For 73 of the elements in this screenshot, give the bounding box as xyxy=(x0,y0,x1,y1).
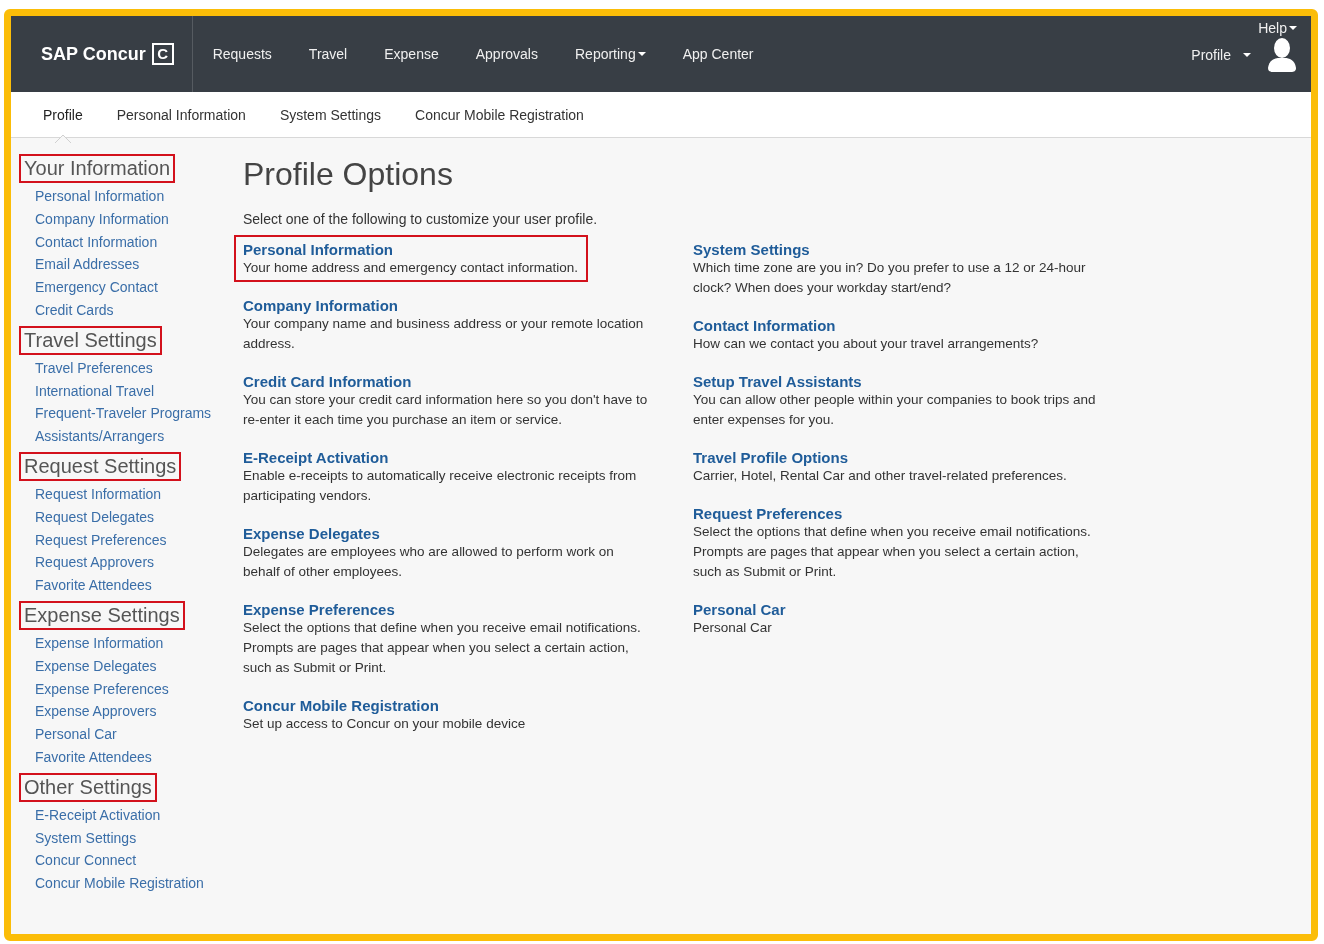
nav-link[interactable]: Requests xyxy=(212,46,272,62)
sidebar-link[interactable]: Concur Connect xyxy=(19,849,137,873)
logo-text: SAP Concur xyxy=(41,43,146,65)
option-description: You can allow other people within your companies to book trips and enter expenses for you. xyxy=(693,391,1097,429)
option-link[interactable]: Expense Preferences xyxy=(243,601,395,618)
nav-link[interactable]: Approvals xyxy=(475,46,538,62)
sub-tab[interactable]: Profile xyxy=(43,106,83,123)
option-description: Select the options that define when you receive email notifications. Prompts are pages that appear when you select a certain action, such as Submit or Print. xyxy=(693,523,1092,581)
option-description: Carrier, Hotel, Rental Car and other travel-related preferences. xyxy=(693,467,1067,485)
sidebar-link[interactable]: Expense Information xyxy=(19,631,164,655)
option-description: Select the options that define when you receive email notifications. Prompts are pages that appear when you select a certain action, such as Submit or Print. xyxy=(243,619,642,677)
option-link[interactable]: Personal Car xyxy=(693,601,786,618)
section-heading: Expense Settings xyxy=(19,600,185,630)
nav-link[interactable]: Reporting xyxy=(575,46,646,62)
sidebar-link[interactable]: Expense Approvers xyxy=(19,700,157,724)
sub-tab[interactable]: System Settings xyxy=(279,106,382,123)
sub-tab[interactable]: Concur Mobile Registration xyxy=(415,106,584,123)
sidebar-link[interactable]: Personal Car xyxy=(19,723,117,746)
sub-tab[interactable]: Personal Information xyxy=(116,106,246,123)
intro-text: Select one of the following to customize your user profile. xyxy=(243,211,599,227)
section-heading: Travel Settings xyxy=(19,325,162,355)
sidebar-link[interactable]: Email Addresses xyxy=(19,253,140,277)
sidebar-link[interactable]: Assistants/Arrangers xyxy=(19,425,165,448)
nav-link[interactable]: Travel xyxy=(308,46,348,62)
section-heading: Other Settings xyxy=(19,772,157,802)
sidebar-link[interactable]: Personal Information xyxy=(19,185,165,208)
option-link[interactable]: Expense Delegates xyxy=(243,525,380,542)
option-link[interactable]: Credit Card Information xyxy=(243,373,412,390)
sidebar-link[interactable]: Request Information xyxy=(19,482,162,506)
sidebar-link[interactable]: Travel Preferences xyxy=(19,356,153,380)
sidebar-link[interactable]: Request Approvers xyxy=(19,551,155,575)
option-description: Your home address and emergency contact information. xyxy=(243,259,578,277)
sidebar-link[interactable]: Company Information xyxy=(19,207,169,231)
sidebar-link[interactable]: Request Delegates xyxy=(19,505,155,529)
sidebar-link[interactable]: Concur Mobile Registration xyxy=(19,872,204,895)
option-link[interactable]: E-Receipt Activation xyxy=(243,449,389,466)
sidebar-link[interactable]: Credit Cards xyxy=(19,299,114,322)
option-description: Enable e-receipts to automatically receive electronic receipts from participating vendors. xyxy=(243,467,638,505)
option-link[interactable]: Setup Travel Assistants xyxy=(693,373,862,390)
section-heading: Request Settings xyxy=(19,451,182,481)
profile-menu[interactable]: Profile xyxy=(1191,47,1251,63)
sidebar-link[interactable]: Favorite Attendees xyxy=(19,745,152,769)
logo-mark: C xyxy=(151,43,174,65)
sidebar-link[interactable]: Expense Delegates xyxy=(19,654,157,678)
sidebar-link[interactable]: International Travel xyxy=(19,379,155,403)
sidebar-link[interactable]: Request Preferences xyxy=(19,528,167,552)
option-description: Set up access to Concur on your mobile device xyxy=(243,715,526,733)
option-description: Delegates are employees who are allowed to perform work on behalf of other employees. xyxy=(243,543,615,581)
sidebar-link[interactable]: Frequent-Traveler Programs xyxy=(19,402,212,426)
option-description: Your company name and business address or your remote location address. xyxy=(243,315,645,353)
option-link[interactable]: System Settings xyxy=(693,241,810,258)
option-description: How can we contact you about your travel arrangements? xyxy=(693,335,1039,353)
user-avatar-icon[interactable] xyxy=(1267,38,1297,72)
option-description: You can store your credit card information here so you don't have to re-enter it each time you purchase an item or service. xyxy=(243,391,649,429)
option-link[interactable]: Concur Mobile Registration xyxy=(243,697,439,714)
sidebar-link[interactable]: Contact Information xyxy=(19,230,158,254)
help-menu[interactable]: Help xyxy=(1258,20,1297,36)
sidebar-link[interactable]: Expense Preferences xyxy=(19,677,169,701)
option-link[interactable]: Request Preferences xyxy=(693,505,843,522)
sidebar-link[interactable]: Favorite Attendees xyxy=(19,574,152,597)
option-description: Personal Car xyxy=(693,619,772,637)
sidebar-link[interactable]: Emergency Contact xyxy=(19,276,158,299)
option-link[interactable]: Travel Profile Options xyxy=(693,449,849,466)
option-link[interactable]: Contact Information xyxy=(693,317,836,334)
option-link[interactable]: Company Information xyxy=(243,297,398,314)
nav-link[interactable]: Expense xyxy=(384,46,439,62)
page-title: Profile Options xyxy=(243,156,454,193)
option-description: Which time zone are you in? Do you prefer to use a 12 or 24-hour clock? When does your workday start/end? xyxy=(693,259,1087,297)
section-heading: Your Information xyxy=(19,154,175,183)
sidebar-link[interactable]: E-Receipt Activation xyxy=(19,803,161,827)
sidebar-link[interactable]: System Settings xyxy=(19,826,137,850)
option-link[interactable]: Personal Information xyxy=(243,241,394,258)
nav-link[interactable]: App Center xyxy=(682,46,754,62)
